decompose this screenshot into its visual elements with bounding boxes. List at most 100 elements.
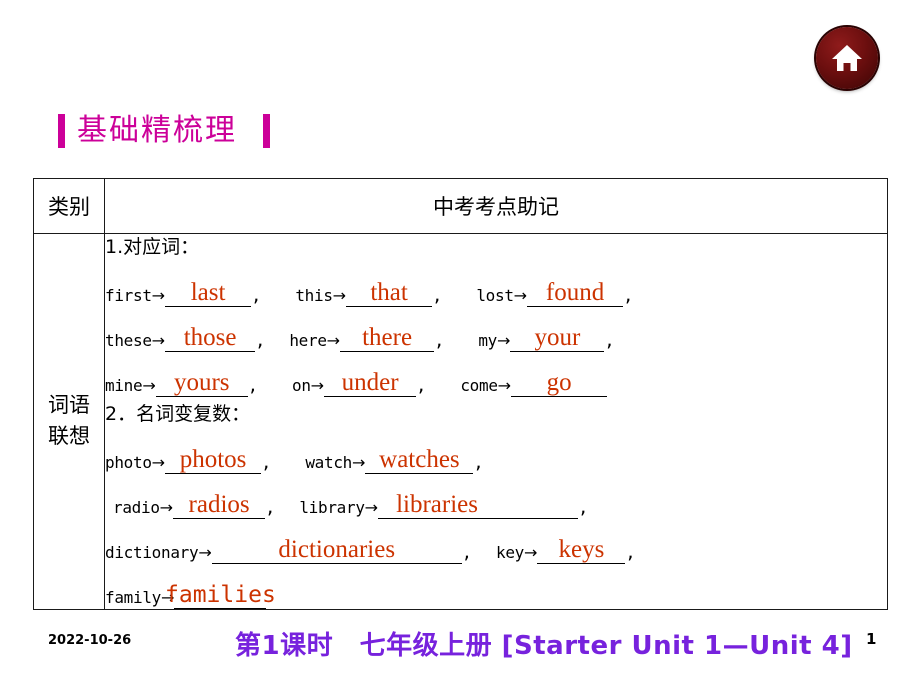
prompt-word: library bbox=[299, 497, 365, 517]
category-label: 词语 联想 bbox=[33, 233, 105, 610]
exercise-row: these → those , here → there , my → your bbox=[105, 307, 887, 352]
prompt-word: dictionary bbox=[105, 542, 199, 562]
separator-comma: , bbox=[416, 375, 427, 396]
answer-blank[interactable]: go bbox=[511, 370, 608, 397]
prompt-word: on bbox=[292, 375, 311, 395]
exercise-row: photo → photos , watch → watches , bbox=[105, 429, 887, 474]
prompt-word: watch bbox=[305, 452, 352, 472]
category-label-line1: 词语 bbox=[48, 392, 90, 417]
prompt-word: family bbox=[105, 587, 161, 607]
arrow-icon: → bbox=[151, 452, 166, 472]
separator-comma: , bbox=[604, 330, 615, 351]
arrow-icon: → bbox=[332, 285, 347, 305]
prompt-word: first bbox=[105, 285, 152, 305]
answer-blank[interactable]: your bbox=[510, 325, 605, 352]
answer-text: keys bbox=[558, 535, 605, 563]
prompt-word: photo bbox=[105, 452, 152, 472]
answer-blank[interactable]: that bbox=[346, 280, 433, 307]
arrow-icon: → bbox=[497, 330, 511, 350]
table-body-row: 词语 联想 1.对应词： first → last , this → that … bbox=[33, 233, 888, 610]
answer-blank[interactable]: photos bbox=[165, 447, 262, 474]
section-title: 基础精梳理 bbox=[58, 108, 270, 154]
answer-text: your bbox=[534, 323, 581, 351]
answer-blank[interactable]: radios bbox=[173, 492, 266, 519]
separator-comma: , bbox=[623, 285, 634, 306]
exercise-row: mine → yours , on → under , come → go bbox=[105, 352, 887, 397]
answer-blank[interactable]: libraries bbox=[378, 492, 579, 519]
category-label-line2: 联想 bbox=[48, 424, 90, 449]
home-icon bbox=[830, 42, 864, 74]
answer-blank[interactable]: yours bbox=[155, 370, 248, 397]
separator-comma: , bbox=[432, 285, 443, 306]
answer-text: families bbox=[165, 581, 276, 608]
exercise-row: radio → radios , library → libraries , bbox=[105, 474, 887, 519]
answer-blank[interactable]: found bbox=[527, 280, 624, 307]
group-heading-1: 1.对应词： bbox=[105, 236, 200, 258]
arrow-icon: → bbox=[513, 285, 528, 305]
arrow-icon: → bbox=[352, 452, 366, 472]
footer-date: 2022-10-26 bbox=[48, 633, 132, 648]
page-number: 1 bbox=[866, 630, 877, 648]
answer-text: radios bbox=[188, 490, 250, 518]
separator-comma: , bbox=[247, 375, 258, 396]
prompt-word: here bbox=[289, 330, 327, 350]
prompt-word: this bbox=[295, 285, 333, 305]
prompt-word: my bbox=[478, 330, 497, 350]
answer-text: photos bbox=[179, 445, 247, 473]
prompt-word: these bbox=[105, 330, 152, 350]
title-bar-left bbox=[58, 114, 65, 148]
separator-comma: , bbox=[578, 497, 589, 518]
table-header-row: 类别 中考考点助记 bbox=[33, 178, 888, 234]
answer-text: go bbox=[546, 368, 572, 396]
content-table: 类别 中考考点助记 词语 联想 1.对应词： first → last , th… bbox=[33, 178, 888, 610]
prompt-word: key bbox=[496, 542, 524, 562]
arrow-icon: → bbox=[151, 330, 166, 350]
arrow-icon: → bbox=[151, 285, 166, 305]
answer-blank[interactable]: those bbox=[165, 325, 256, 352]
arrow-icon: → bbox=[364, 497, 379, 517]
prompt-word: mine bbox=[105, 375, 143, 395]
answer-text: there bbox=[362, 323, 413, 351]
prompt-word: come bbox=[460, 375, 498, 395]
answer-text: watches bbox=[379, 445, 460, 473]
prompt-word: lost bbox=[476, 285, 514, 305]
separator-comma: , bbox=[434, 330, 445, 351]
exercise-row: first → last , this → that , lost → foun… bbox=[105, 262, 887, 307]
answer-text: that bbox=[370, 278, 408, 306]
arrow-icon: → bbox=[198, 542, 212, 562]
answer-text: last bbox=[190, 278, 226, 306]
prompt-word: radio bbox=[113, 497, 160, 517]
arrow-icon: → bbox=[524, 542, 538, 562]
answer-text: those bbox=[183, 323, 237, 351]
answer-blank[interactable]: there bbox=[340, 325, 435, 352]
answer-blank[interactable]: keys bbox=[537, 537, 626, 564]
separator-comma: , bbox=[255, 330, 266, 351]
separator-comma: , bbox=[625, 542, 636, 563]
arrow-icon: → bbox=[326, 330, 341, 350]
group-heading-2: 2．名词变复数： bbox=[105, 402, 251, 425]
title-bar-right bbox=[263, 114, 270, 148]
exercise-row: dictionary → dictionaries , key → keys , bbox=[105, 519, 887, 564]
answer-text: yours bbox=[173, 368, 230, 396]
arrow-icon: → bbox=[142, 375, 156, 395]
separator-comma: , bbox=[473, 452, 484, 473]
exercise-row: family → families bbox=[105, 564, 887, 609]
answer-blank[interactable]: dictionaries bbox=[211, 537, 462, 564]
arrow-icon: → bbox=[159, 497, 174, 517]
arrow-icon: → bbox=[497, 375, 512, 395]
answer-blank[interactable]: watches bbox=[365, 447, 474, 474]
answer-blank[interactable]: under bbox=[324, 370, 417, 397]
separator-comma: , bbox=[461, 542, 472, 563]
home-button[interactable] bbox=[816, 27, 878, 89]
separator-comma: , bbox=[261, 452, 272, 473]
answer-text: libraries bbox=[396, 490, 478, 518]
arrow-icon: → bbox=[310, 375, 325, 395]
separator-comma: , bbox=[265, 497, 276, 518]
answer-blank[interactable]: last bbox=[165, 280, 252, 307]
answer-text: under bbox=[341, 368, 399, 396]
header-category: 类别 bbox=[33, 178, 105, 234]
answer-text: found bbox=[545, 278, 605, 306]
exercise-content: 1.对应词： first → last , this → that , lost… bbox=[104, 233, 888, 610]
footer-title: 第1课时 七年级上册 [Starter Unit 1—Unit 4] bbox=[235, 631, 853, 661]
answer-blank[interactable]: families bbox=[165, 583, 276, 609]
